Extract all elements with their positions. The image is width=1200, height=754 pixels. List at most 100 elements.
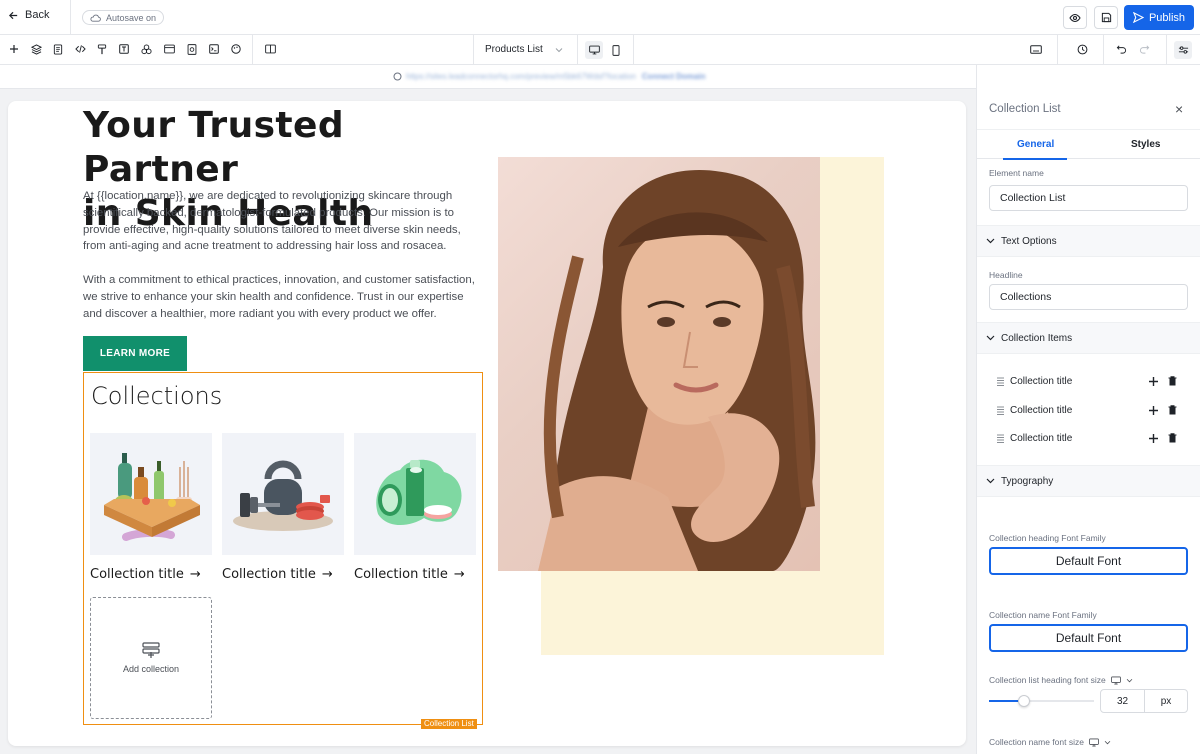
divider bbox=[473, 35, 474, 65]
desktop-icon[interactable] bbox=[1089, 737, 1099, 747]
section-text-options[interactable]: Text Options bbox=[977, 225, 1200, 257]
paint-roller-icon[interactable] bbox=[96, 43, 108, 55]
collection-card[interactable]: Collection title → bbox=[354, 433, 476, 582]
collection-image-skincare bbox=[90, 433, 212, 555]
chevron-down-icon bbox=[986, 238, 995, 244]
hero-paragraph-1[interactable]: At {{location.name}}, we are dedicated t… bbox=[83, 188, 483, 255]
plus-icon[interactable] bbox=[1149, 405, 1158, 415]
keyboard-icon[interactable] bbox=[1030, 43, 1042, 55]
collection-image-fitness bbox=[222, 433, 344, 555]
drag-handle-icon[interactable] bbox=[997, 434, 1004, 443]
collection-title-text: Collection title bbox=[90, 567, 184, 582]
plus-icon[interactable] bbox=[1149, 433, 1158, 443]
form-icon[interactable] bbox=[186, 43, 198, 55]
selected-element-tag: Collection List bbox=[421, 719, 477, 729]
heading-size-value[interactable]: 32 bbox=[1101, 690, 1145, 712]
code-icon[interactable] bbox=[74, 43, 86, 55]
terminal-icon[interactable] bbox=[208, 43, 220, 55]
settings-panel-button[interactable] bbox=[1174, 41, 1192, 59]
text-style-icon[interactable] bbox=[118, 43, 130, 55]
arrow-right-icon: → bbox=[189, 567, 201, 582]
heading-font-select[interactable]: Default Font bbox=[989, 547, 1188, 575]
collection-item-row[interactable]: Collection title bbox=[997, 402, 1177, 418]
collection-title-text: Collection title bbox=[222, 567, 316, 582]
history-icon[interactable] bbox=[1076, 43, 1088, 55]
arrow-right-icon: → bbox=[321, 567, 333, 582]
page-canvas[interactable]: Your Trusted Partner in Skin Health At {… bbox=[8, 101, 966, 746]
tab-general[interactable]: General bbox=[1017, 139, 1054, 150]
collection-item-row[interactable]: Collection title bbox=[997, 430, 1177, 446]
hero-paragraph-2[interactable]: With a commitment to ethical practices, … bbox=[83, 272, 483, 322]
collection-list-element[interactable]: Collections Collection title → Collectio… bbox=[83, 372, 483, 729]
tab-styles[interactable]: Styles bbox=[1131, 139, 1160, 150]
collection-item-title: Collection title bbox=[1010, 375, 1073, 387]
heading-size-input[interactable]: 32 px bbox=[1100, 689, 1188, 713]
heading-size-unit[interactable]: px bbox=[1145, 690, 1187, 712]
divider bbox=[252, 35, 253, 65]
trash-icon[interactable] bbox=[1168, 433, 1177, 443]
add-collection-label: Add collection bbox=[122, 664, 180, 674]
headline-input[interactable]: Collections bbox=[989, 284, 1188, 310]
undo-icon[interactable] bbox=[1115, 43, 1127, 55]
redo-icon[interactable] bbox=[1138, 43, 1150, 55]
columns-icon[interactable] bbox=[264, 43, 276, 55]
layers-icon[interactable] bbox=[30, 43, 42, 55]
collection-title[interactable]: Collection title → bbox=[354, 567, 476, 582]
back-button[interactable]: Back bbox=[8, 9, 49, 21]
chevron-down-icon[interactable] bbox=[1104, 740, 1111, 745]
element-name-input[interactable]: Collection List bbox=[989, 185, 1188, 211]
chevron-down-icon bbox=[986, 478, 995, 484]
palette-icon[interactable] bbox=[230, 43, 242, 55]
collections-heading[interactable]: Collections bbox=[91, 382, 222, 410]
heading-size-label-text: Collection list heading font size bbox=[989, 675, 1106, 685]
preview-button[interactable] bbox=[1063, 6, 1087, 29]
desktop-view-button[interactable] bbox=[585, 41, 603, 59]
layout-icon[interactable] bbox=[163, 43, 175, 55]
chevron-down-icon[interactable] bbox=[1126, 678, 1133, 683]
trash-icon[interactable] bbox=[1168, 376, 1177, 386]
heading-size-slider[interactable] bbox=[989, 695, 1094, 707]
publish-label: Publish bbox=[1148, 11, 1186, 24]
collection-item-row[interactable]: Collection title bbox=[997, 373, 1177, 389]
hero-portrait-image[interactable] bbox=[498, 157, 820, 571]
collection-item-title: Collection title bbox=[1010, 432, 1073, 444]
preview-url-text: https://sites.leadconnectorhq.com/previe… bbox=[406, 72, 636, 81]
page-select[interactable]: Products List bbox=[485, 44, 563, 55]
collection-title[interactable]: Collection title → bbox=[222, 567, 344, 582]
plus-icon[interactable] bbox=[1149, 376, 1158, 386]
collection-title-text: Collection title bbox=[354, 567, 448, 582]
mobile-icon bbox=[612, 44, 620, 56]
pages-icon[interactable] bbox=[52, 43, 64, 55]
slider-handle[interactable] bbox=[1018, 695, 1030, 707]
panel-tabs: General Styles bbox=[977, 129, 1200, 160]
name-font-select[interactable]: Default Font bbox=[989, 624, 1188, 652]
name-size-label-text: Collection name font size bbox=[989, 737, 1084, 747]
divider bbox=[1166, 35, 1167, 65]
name-size-label: Collection name font size bbox=[989, 737, 1111, 747]
preview-url[interactable]: https://sites.leadconnectorhq.com/previe… bbox=[406, 72, 705, 81]
save-button[interactable] bbox=[1094, 6, 1118, 29]
collection-title[interactable]: Collection title → bbox=[90, 567, 212, 582]
section-collection-items[interactable]: Collection Items bbox=[977, 322, 1200, 354]
add-collection-button[interactable]: Add collection bbox=[90, 597, 212, 719]
drag-handle-icon[interactable] bbox=[997, 406, 1004, 415]
mobile-view-button[interactable] bbox=[607, 41, 625, 59]
chevron-down-icon bbox=[986, 335, 995, 341]
trash-icon[interactable] bbox=[1168, 405, 1177, 415]
photo-backdrop bbox=[818, 157, 884, 569]
learn-more-button[interactable]: LEARN MORE bbox=[83, 336, 187, 371]
publish-button[interactable]: Publish bbox=[1124, 5, 1194, 30]
save-icon bbox=[1101, 12, 1111, 23]
close-icon[interactable]: × bbox=[1175, 101, 1183, 117]
add-element-icon[interactable] bbox=[8, 43, 20, 55]
divider bbox=[633, 35, 634, 65]
collection-card[interactable]: Collection title → bbox=[222, 433, 344, 582]
desktop-icon[interactable] bbox=[1110, 675, 1121, 685]
shapes-icon[interactable] bbox=[140, 43, 152, 55]
page-select-value: Products List bbox=[485, 44, 543, 55]
drag-handle-icon[interactable] bbox=[997, 377, 1004, 386]
section-typography[interactable]: Typography bbox=[977, 465, 1200, 497]
connect-domain-link[interactable]: Connect Domain bbox=[642, 72, 706, 81]
divider bbox=[70, 0, 71, 35]
collection-card[interactable]: Collection title → bbox=[90, 433, 212, 582]
